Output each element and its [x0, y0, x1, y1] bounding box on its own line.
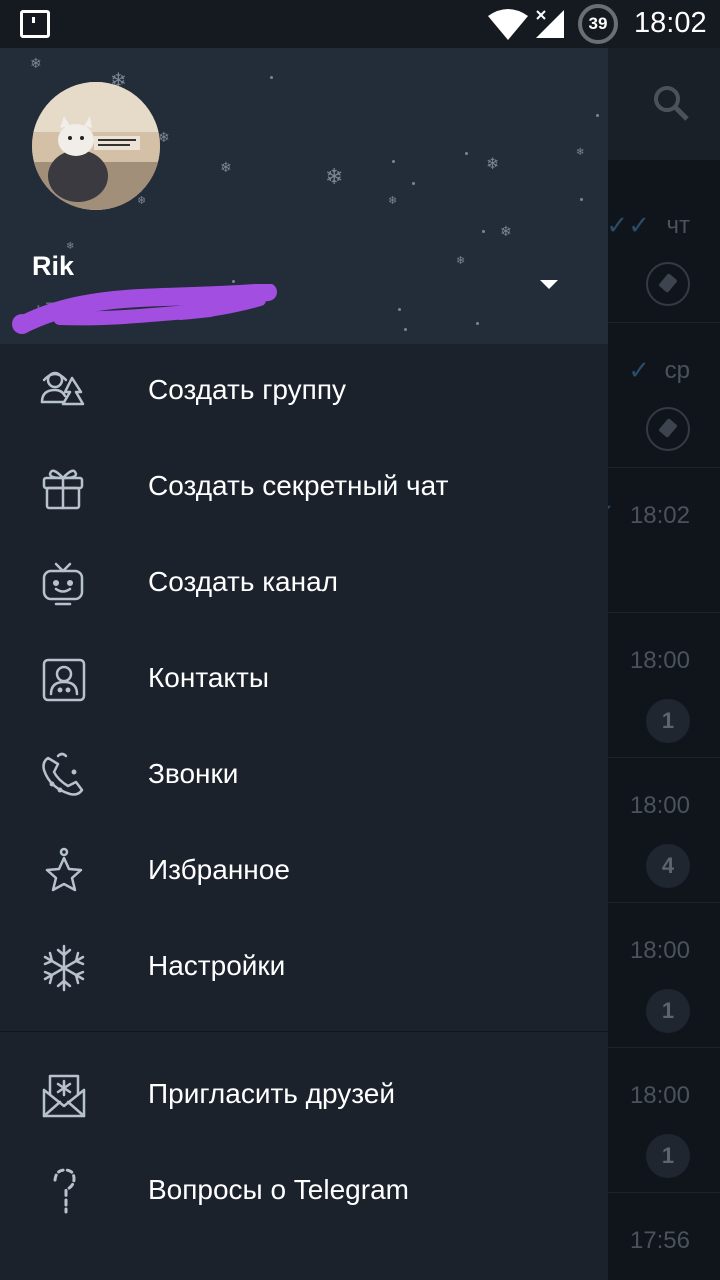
read-check-icon: ✓	[628, 355, 650, 385]
pin-icon	[646, 407, 690, 451]
navigation-drawer: ❄ ❄ ❄ ❄ ❄ ❄ ❄ ❄ ❄ ❄ ❄ ❄ Rik +7 0 Создать…	[0, 48, 608, 1280]
menu-label: Звонки	[148, 758, 239, 789]
snow-dot	[270, 76, 273, 79]
snowflake-decoration-icon: ❄	[486, 156, 500, 173]
snow-dot	[482, 230, 485, 233]
chat-time: 18:00	[629, 647, 690, 674]
group-icon	[40, 371, 85, 406]
snowflake-decoration-icon: ❄	[220, 159, 232, 175]
star-icon	[45, 847, 83, 892]
menu-label: Создать секретный чат	[148, 470, 449, 501]
unread-badge: 1	[646, 1134, 690, 1178]
chat-time: 18:00	[629, 1082, 690, 1109]
snowflake-icon	[43, 944, 85, 992]
unread-badge: 1	[646, 699, 690, 743]
menu-label: Создать канал	[148, 566, 338, 597]
snowflake-decoration-icon: ❄	[325, 164, 344, 189]
snow-dot	[404, 328, 407, 331]
menu-item-calls[interactable]: Звонки	[0, 728, 608, 824]
chat-time: 18:00	[629, 937, 690, 964]
chat-time: 18:00	[629, 792, 690, 819]
snow-dot	[465, 152, 468, 155]
signal-icon	[536, 10, 564, 38]
search-icon[interactable]	[652, 84, 690, 122]
read-check-icon: ✓✓	[606, 210, 650, 240]
menu-item-settings[interactable]: Настройки	[0, 920, 608, 1016]
account-switch-chevron-down-icon[interactable]	[540, 280, 558, 289]
menu-item-new-group[interactable]: Создать группу	[0, 344, 608, 440]
phone-redaction-scribble	[12, 284, 277, 334]
snow-dot	[232, 280, 235, 283]
snow-dot	[392, 160, 395, 163]
unread-badge: 4	[646, 844, 690, 888]
clock: 18:02	[634, 7, 707, 39]
phone-icon	[42, 752, 84, 796]
battery-level: 39	[588, 14, 608, 33]
menu-item-saved-messages[interactable]: Избранное	[0, 824, 608, 920]
chat-time: чт	[666, 212, 691, 239]
invite-envelope-icon	[42, 1074, 86, 1118]
menu-item-new-channel[interactable]: Создать канал	[0, 536, 608, 632]
profile-name: Rik	[32, 251, 75, 281]
contact-card-icon	[42, 658, 86, 702]
menu-divider	[0, 1031, 608, 1032]
snow-dot	[580, 198, 583, 201]
gift-icon	[42, 469, 84, 510]
snowflake-decoration-icon: ❄	[576, 147, 585, 158]
menu-label: Контакты	[148, 662, 269, 693]
pin-icon	[646, 262, 690, 306]
chat-time: 18:02	[629, 502, 690, 529]
avatar[interactable]	[32, 82, 160, 210]
menu-label: Избранное	[148, 854, 290, 885]
snow-dot	[476, 322, 479, 325]
menu-item-telegram-faq[interactable]: Вопросы о Telegram	[0, 1144, 608, 1240]
menu-label: Пригласить друзей	[148, 1078, 396, 1109]
snow-dot	[596, 114, 599, 117]
snowflake-decoration-icon: ❄	[30, 55, 42, 71]
snowflake-decoration-icon: ❄	[456, 255, 466, 267]
drawer-header: ❄ ❄ ❄ ❄ ❄ ❄ ❄ ❄ ❄ ❄ ❄ ❄ Rik +7 0	[0, 48, 608, 344]
chat-time: 17:56	[629, 1227, 690, 1254]
menu-label: Настройки	[148, 950, 286, 981]
menu-item-contacts[interactable]: Контакты	[0, 632, 608, 728]
chat-time: ср	[664, 357, 690, 384]
sim-card-icon	[20, 10, 50, 38]
snowflake-decoration-icon: ❄	[137, 195, 147, 207]
unread-badge: 1	[646, 989, 690, 1033]
avatar-photo	[32, 82, 160, 210]
snowflake-decoration-icon: ❄	[388, 195, 398, 207]
menu-item-new-secret-chat[interactable]: Создать секретный чат	[0, 440, 608, 536]
menu-label: Создать группу	[148, 374, 346, 405]
snow-dot	[412, 182, 415, 185]
snowflake-decoration-icon: ❄	[500, 223, 512, 239]
status-bar: 39 18:02	[0, 0, 720, 48]
menu-label: Вопросы о Telegram	[148, 1174, 409, 1205]
menu-item-invite-friends[interactable]: Пригласить друзей	[0, 1048, 608, 1144]
snow-dot	[398, 308, 401, 311]
tv-channel-icon	[42, 562, 84, 606]
question-icon	[53, 1168, 76, 1214]
wifi-icon	[488, 9, 528, 40]
battery-icon: 39	[578, 4, 618, 44]
drawer-menu: Создать группу Создать секретный чат Соз…	[0, 344, 608, 1240]
